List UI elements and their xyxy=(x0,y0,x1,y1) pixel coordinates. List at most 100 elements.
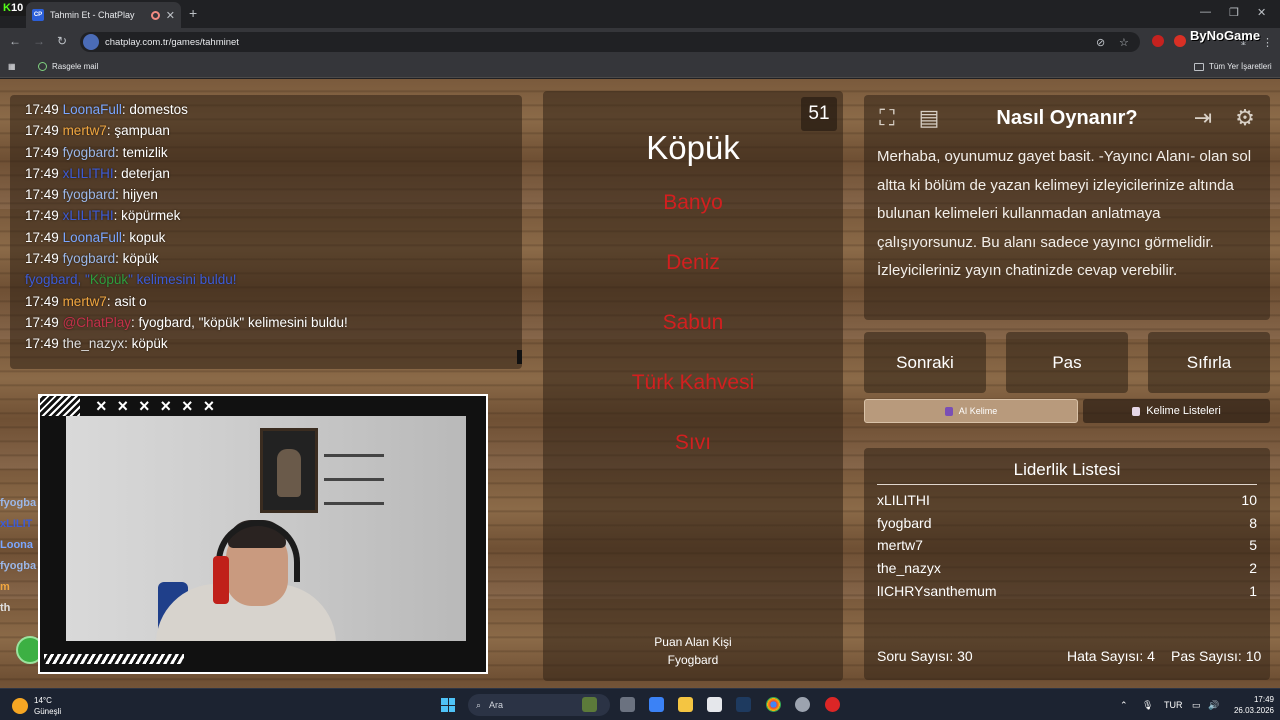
url-text: chatplay.com.tr/games/tahminet xyxy=(105,36,239,48)
chat-message: 17:49 fyogbard: temizlik xyxy=(25,142,522,163)
chat-text: : fyogbard, "köpük" kelimesini buldu! xyxy=(131,314,348,330)
chat-message: 17:49 mertw7: asit o xyxy=(25,291,522,312)
clock-time: 17:49 xyxy=(1253,695,1274,704)
chat-time: 17:49 xyxy=(25,293,59,309)
taskbar-app-icon[interactable] xyxy=(825,697,840,712)
overlay-chat-name: fyogba xyxy=(0,497,37,509)
bookmark-rasgele-mail[interactable]: Rasgele mail xyxy=(38,62,98,71)
chat-message: 17:49 xLILITHI: deterjan xyxy=(25,163,522,184)
taskbar-app-icon[interactable] xyxy=(582,697,597,712)
new-tab-button[interactable]: + xyxy=(189,5,197,21)
webcam-frame: × × × × × × xyxy=(38,394,488,674)
volume-icon[interactable]: 🔊 xyxy=(1208,700,1219,711)
kick-overlay-number: 10 xyxy=(10,2,24,14)
countdown-timer: 51 xyxy=(801,97,837,131)
microphone xyxy=(213,556,229,604)
chat-username: @ChatPlay xyxy=(62,314,132,330)
error-count: Hata Sayısı: 4 xyxy=(1067,648,1155,664)
leaderboard-row: the_nazyx 2 xyxy=(877,560,1257,576)
maximize-icon[interactable]: ❐ xyxy=(1229,6,1239,19)
settings-gear-icon[interactable]: ⚙ xyxy=(1230,103,1260,133)
scorer-name: Fyogbard xyxy=(667,653,719,667)
copilot-icon[interactable] xyxy=(649,697,664,712)
file-explorer-icon[interactable] xyxy=(678,697,693,712)
frame-corner-stripes xyxy=(40,396,80,416)
microphone-icon[interactable]: 🎙 xyxy=(1142,700,1153,711)
store-icon[interactable] xyxy=(707,697,722,712)
word-lists-label: Kelime Listeleri xyxy=(1146,405,1221,417)
chat-message: 17:49 LoonaFull: domestos xyxy=(25,99,522,120)
weather-widget[interactable]: 14°C Güneşli xyxy=(34,695,61,717)
overlay-chat-name: xLILIT xyxy=(0,518,33,530)
overlay-chat-names: fyogba xLILIT Loona fyogba m th xyxy=(0,497,36,623)
bookmark-label: Rasgele mail xyxy=(52,62,99,71)
ai-word-button[interactable]: AI Kelime xyxy=(864,399,1078,423)
chat-panel: 17:49 LoonaFull: domestos 17:49 mertw7: ş… xyxy=(10,95,522,369)
chat-time: 17:49 xyxy=(25,102,59,117)
system-text: " kelimesini buldu! xyxy=(128,272,237,288)
chrome-icon[interactable] xyxy=(766,697,781,712)
chat-username: fyogbard xyxy=(62,144,116,160)
back-arrow-icon[interactable]: ← xyxy=(9,34,21,48)
exit-icon[interactable]: ⇥ xyxy=(1188,103,1218,133)
chat-username: fyogbard xyxy=(62,187,116,203)
chat-text: : asit o xyxy=(106,293,147,309)
chat-message: 17:49 xLILITHI: köpürmek xyxy=(25,205,522,226)
word-lists-button[interactable]: Kelime Listeleri xyxy=(1083,399,1270,423)
search-placeholder: Ara xyxy=(489,700,504,710)
frame-x-marks: × × × × × × xyxy=(96,396,218,416)
minimize-icon[interactable]: — xyxy=(1200,6,1211,18)
menu-dots-icon[interactable]: ⋮ xyxy=(1262,36,1273,49)
forward-arrow-icon[interactable]: → xyxy=(33,34,45,48)
eye-off-icon[interactable]: ⊘ xyxy=(1096,36,1105,49)
leader-name: fyogbard xyxy=(877,514,932,531)
all-bookmarks[interactable]: Tüm Yer İşaretleri xyxy=(1194,62,1272,71)
leaderboard-panel: Liderlik Listesi Soru Sayısı: 30 Hata Sa… xyxy=(864,448,1270,680)
pass-button[interactable]: Pas xyxy=(1006,332,1128,393)
search-icon: ⌕ xyxy=(476,699,482,710)
chatplay-favicon: CP xyxy=(32,9,44,21)
taskbar-app-icon[interactable] xyxy=(795,697,810,712)
chat-time: 17:49 xyxy=(25,314,59,330)
frame-bottom-stripes xyxy=(44,654,184,664)
ai-icon xyxy=(944,406,953,416)
chat-time: 17:49 xyxy=(25,336,59,352)
tray-chevron-icon[interactable]: ⌃ xyxy=(1120,700,1128,711)
chat-message: 17:49 mertw7: şampuan xyxy=(25,120,522,141)
temperature: 14°C xyxy=(34,696,52,705)
extension-icon[interactable] xyxy=(1174,35,1186,47)
ai-word-label: AI Kelime xyxy=(958,406,998,416)
chat-username: the_nazyx xyxy=(62,336,125,352)
chat-username: mertw7 xyxy=(62,293,107,309)
close-tab-icon[interactable]: ✕ xyxy=(166,9,175,22)
extension-icon[interactable] xyxy=(1152,35,1164,47)
scorer-label: Puan Alan Kişi xyxy=(654,635,732,649)
steam-icon[interactable] xyxy=(736,697,751,712)
language-indicator[interactable]: TUR xyxy=(1164,700,1183,710)
clock-date: 26.03.2026 xyxy=(1233,706,1274,715)
window-close-icon[interactable]: ✕ xyxy=(1257,6,1266,19)
taboo-word: Banyo xyxy=(663,191,723,214)
chat-text: : kopuk xyxy=(121,229,166,245)
chat-scrollbar[interactable] xyxy=(517,350,522,364)
wall-shelf xyxy=(324,478,384,481)
task-view-icon[interactable] xyxy=(620,697,635,712)
found-word: Köpük xyxy=(89,272,129,288)
site-info-icon[interactable] xyxy=(83,34,99,50)
address-bar[interactable]: chatplay.com.tr/games/tahminet xyxy=(80,32,1140,52)
chat-message: 17:49 the_nazyx: köpük xyxy=(25,333,522,354)
browser-tab-active[interactable]: CP Tahmin Et - ChatPlay ✕ xyxy=(26,2,181,28)
reload-icon[interactable]: ↻ xyxy=(57,34,67,48)
system-clock[interactable]: 17:49 26.03.2026 xyxy=(1228,694,1274,716)
how-to-play-panel: ⛶ ▤ Nasıl Oynanır? ⇥ ⚙ Merhaba, oyunumuz… xyxy=(864,95,1270,320)
chat-system-message: fyogbard, "Köpük" kelimesini buldu! xyxy=(25,269,522,290)
chat-text: : domestos xyxy=(121,102,188,117)
next-button[interactable]: Sonraki xyxy=(864,332,986,393)
network-icon[interactable]: ▭ xyxy=(1192,700,1201,711)
chat-time: 17:49 xyxy=(25,144,59,160)
taboo-word: Sıvı xyxy=(674,431,712,454)
apps-grid-icon[interactable]: ▦ xyxy=(8,62,16,71)
windows-start-icon[interactable] xyxy=(441,698,455,712)
bookmark-star-icon[interactable]: ☆ xyxy=(1119,36,1129,49)
reset-button[interactable]: Sıfırla xyxy=(1148,332,1270,393)
